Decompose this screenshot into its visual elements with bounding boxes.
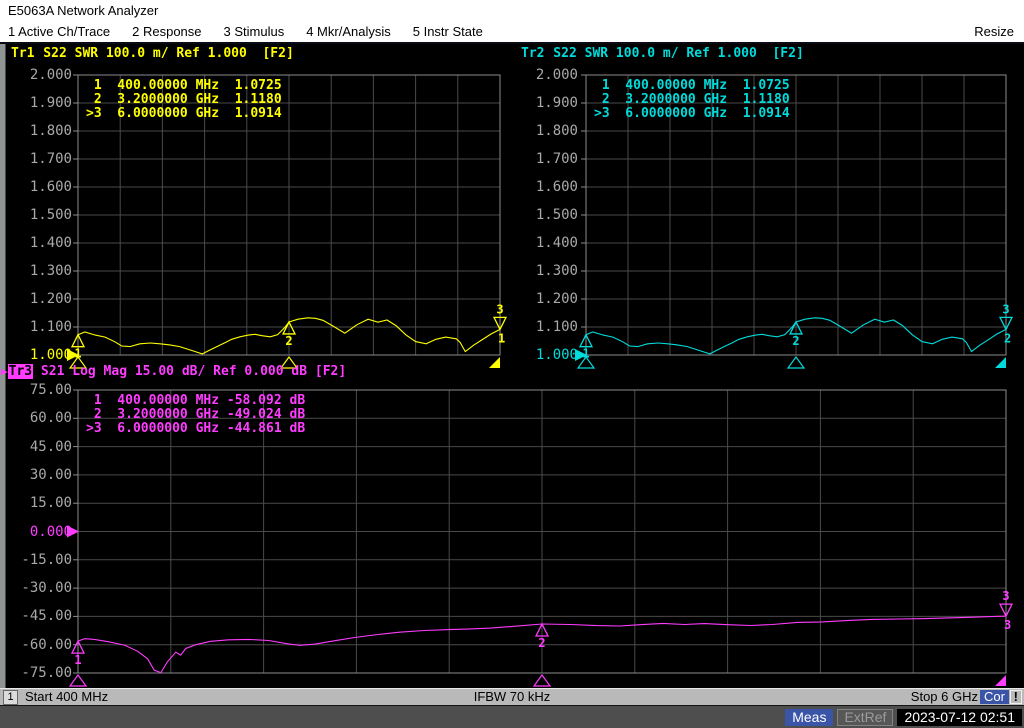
tr3-y-axis-label: 60.00 (29, 410, 72, 427)
tr2-y-axis-label: 1.000 (535, 347, 578, 363)
marker-readout-row: >3 6.0000000 GHz 1.0914 (594, 106, 790, 121)
stop-frequency: Stop 6 GHz (910, 689, 978, 704)
marker-2-stimulus[interactable] (532, 673, 552, 687)
tr1-header-text: S22 SWR 100.0 m/ Ref 1.000 [F2] (35, 46, 294, 61)
tr2-y-axis-label: 1.700 (535, 151, 578, 167)
tr3-y-axis-label: 75.00 (29, 382, 72, 398)
marker-readout-row: 2 3.2000000 GHz 1.1180 (86, 92, 282, 107)
marker-3-label: 3 (1002, 589, 1009, 603)
tr3-y-axis-label: -75.00 (21, 665, 72, 681)
marker-2-stimulus[interactable] (786, 355, 806, 369)
tr1-y-axis-label: 2.000 (29, 67, 72, 83)
tr3-header[interactable]: ▶Tr3 S21 Log Mag 15.00 dB/ Ref 0.000 dB … (1, 364, 347, 379)
tr1-y-axis-label: 1.800 (29, 123, 72, 139)
marker-1-stimulus[interactable] (68, 673, 88, 687)
tr1-y-axis-label: 1.300 (29, 263, 72, 279)
tr1-y-axis-label: 1.700 (29, 151, 72, 167)
extref-badge: ExtRef (837, 708, 894, 726)
tr1-trace-number-label: 1 (498, 331, 505, 345)
tr2-header-text: S22 SWR 100.0 m/ Ref 1.000 [F2] (545, 46, 804, 61)
marker-readout-row: >3 6.0000000 GHz -44.861 dB (86, 421, 306, 436)
marker-readout-row: 2 3.2000000 GHz 1.1180 (594, 92, 790, 107)
tr3-name[interactable]: Tr3 (7, 364, 34, 379)
marker-3-stimulus[interactable] (995, 675, 1006, 686)
tr1-y-axis-label: 1.000 (29, 347, 72, 363)
warning-badge: ! (1009, 690, 1022, 704)
analyzer-window: E5063A Network Analyzer 1 Active Ch/Trac… (0, 0, 1024, 728)
tr3-y-axis-label: 30.00 (29, 466, 72, 483)
tr2-y-axis-label: 2.000 (535, 67, 578, 83)
tr1-name[interactable]: Tr1 (10, 46, 35, 61)
marker-readout-row: >3 6.0000000 GHz 1.0914 (86, 106, 282, 121)
tr2-y-axis-label: 1.400 (535, 235, 578, 251)
marker-3-label: 3 (496, 302, 503, 316)
tr3-y-axis-label: 15.00 (29, 495, 72, 512)
active-trace-arrow-icon: ▶ (1, 365, 8, 378)
marker-2-label: 2 (792, 334, 799, 348)
tr2-y-axis-label: 1.500 (535, 207, 578, 223)
tr2-name[interactable]: Tr2 (520, 46, 545, 61)
tr1-header[interactable]: Tr1 S22 SWR 100.0 m/ Ref 1.000 [F2] (10, 47, 294, 61)
tr2-y-axis-label: 1.200 (535, 291, 578, 307)
marker-readout-row: 1 400.00000 MHz 1.0725 (594, 78, 790, 93)
tr1-y-axis-label: 1.100 (29, 319, 72, 335)
tr1-y-axis-label: 1.200 (29, 291, 72, 307)
tr3-y-axis-label: 45.00 (29, 438, 72, 455)
tr3-y-axis-label: 0.000 (29, 523, 72, 540)
marker-readout-row: 2 3.2000000 GHz -49.024 dB (86, 407, 306, 422)
clock: 2023-07-12 02:51 (897, 708, 1022, 726)
instrument-status-bar: Meas ExtRef 2023-07-12 02:51 (0, 705, 1024, 728)
tr2-trace-number-label: 2 (1004, 331, 1011, 345)
tr3-marker-table: 1 400.00000 MHz -58.092 dB 2 3.2000000 G… (86, 394, 305, 436)
tr1-y-axis-label: 1.600 (29, 179, 72, 195)
marker-1-label: 1 (74, 347, 81, 361)
tr2-marker-table: 1 400.00000 MHz 1.0725 2 3.2000000 GHz 1… (594, 79, 790, 121)
correction-badge: Cor (980, 690, 1009, 704)
tr3-header-text: S21 Log Mag 15.00 dB/ Ref 0.000 dB [F2] (33, 364, 347, 379)
tr1-y-axis-label: 1.900 (29, 95, 72, 111)
ifbw-readout: IFBW 70 kHz (473, 689, 551, 704)
marker-1-label: 1 (74, 653, 81, 667)
tr3-y-axis-label: -45.00 (21, 608, 72, 625)
marker-3-stimulus[interactable] (995, 357, 1006, 368)
tr2-y-axis-label: 1.800 (535, 123, 578, 139)
tr2-y-axis-label: 1.900 (535, 95, 578, 111)
tr1-y-axis-label: 1.500 (29, 207, 72, 223)
tr3-y-axis-label: -30.00 (21, 580, 72, 597)
tr2-header[interactable]: Tr2 S22 SWR 100.0 m/ Ref 1.000 [F2] (520, 47, 804, 61)
marker-3-label: 3 (1002, 302, 1009, 316)
marker-1-label: 1 (582, 347, 589, 361)
marker-2-label: 2 (538, 636, 545, 650)
marker-readout-row: 1 400.00000 MHz 1.0725 (86, 78, 282, 93)
tr3-trace-number-label: 3 (1004, 618, 1011, 632)
meas-status-badge: Meas (785, 708, 834, 726)
tr1-y-axis-label: 1.400 (29, 235, 72, 251)
marker-3-stimulus[interactable] (489, 357, 500, 368)
tr1-marker-table: 1 400.00000 MHz 1.0725 2 3.2000000 GHz 1… (86, 79, 282, 121)
marker-readout-row: 1 400.00000 MHz -58.092 dB (86, 393, 306, 408)
marker-2-label: 2 (285, 334, 292, 348)
status-bar: 1 Start 400 MHz IFBW 70 kHz Stop 6 GHz C… (0, 688, 1024, 705)
tr3-y-axis-label: -15.00 (21, 551, 72, 568)
tr2-y-axis-label: 1.100 (535, 319, 578, 335)
tr3-y-axis-label: -60.00 (21, 636, 72, 653)
tr2-y-axis-label: 1.300 (535, 263, 578, 279)
tr2-y-axis-label: 1.600 (535, 179, 578, 195)
